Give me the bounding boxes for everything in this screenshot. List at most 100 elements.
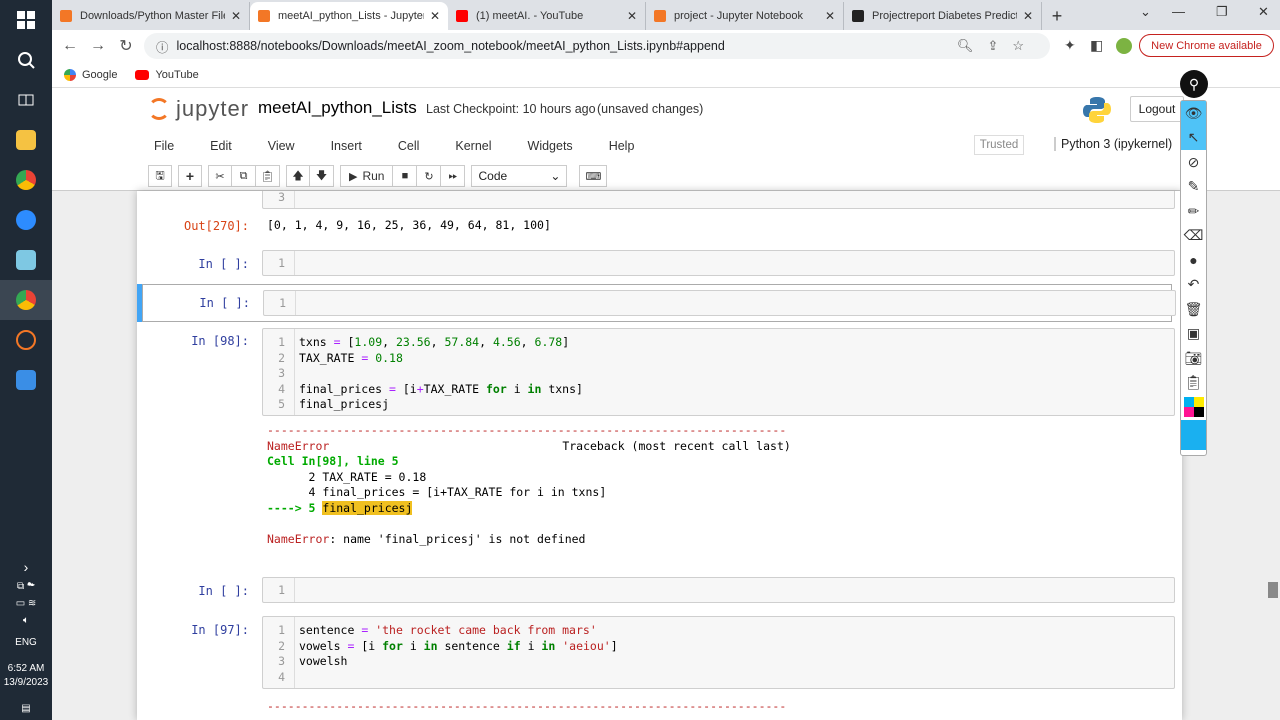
browser-tab[interactable]: project - Jupyter Notebook ✕ bbox=[646, 2, 844, 30]
cell-type-select[interactable]: Code ⌄ bbox=[471, 165, 568, 187]
menu-help[interactable]: Help bbox=[603, 139, 641, 153]
move-up-icon[interactable]: 🡅 bbox=[286, 165, 310, 187]
eraser-icon[interactable]: ⌫ bbox=[1181, 224, 1206, 249]
bookmark-star-icon[interactable]: ☆ bbox=[1012, 38, 1038, 53]
search-icon[interactable] bbox=[0, 40, 52, 80]
network-icon[interactable]: ⧉ ☁ bbox=[17, 578, 35, 595]
sidepanel-icon[interactable]: ◧ bbox=[1090, 37, 1103, 54]
chevron-right-icon[interactable]: › bbox=[24, 556, 29, 578]
tab-search-icon[interactable]: ⌄ bbox=[1140, 4, 1151, 20]
browser-tab[interactable]: Downloads/Python Master Files/ ✕ bbox=[52, 2, 250, 30]
color-swatch-icon[interactable] bbox=[1181, 419, 1206, 450]
jupyter-logo[interactable]: jupyter bbox=[148, 96, 249, 122]
code-cell[interactable]: In [ ]: 1 bbox=[149, 250, 1175, 278]
close-tab-icon[interactable]: ✕ bbox=[825, 9, 835, 23]
close-tab-icon[interactable]: ✕ bbox=[1023, 9, 1033, 23]
clock-time[interactable]: 6:52 AM bbox=[8, 651, 45, 677]
volume-icon[interactable]: 🔈︎ bbox=[23, 612, 29, 629]
code-cell-input[interactable]: 1 bbox=[263, 290, 1176, 316]
browser-tab-active[interactable]: meetAI_python_Lists - Jupyter No ✕ bbox=[250, 2, 448, 30]
menu-cell[interactable]: Cell bbox=[392, 139, 426, 153]
code-cell[interactable]: In [98]: 12345 txns = [1.09, 23.56, 57.8… bbox=[149, 328, 1175, 546]
back-icon[interactable]: ← bbox=[56, 37, 84, 55]
url-bar[interactable]: ⓘ localhost:8888/notebooks/Downloads/mee… bbox=[144, 33, 1050, 59]
extensions-icon[interactable]: ✦ bbox=[1064, 37, 1076, 54]
undo-icon[interactable]: ↶ bbox=[1181, 273, 1206, 298]
reload-icon[interactable]: ↻ bbox=[112, 36, 140, 56]
browser-tab[interactable]: Projectreport Diabetes Predictio ✕ bbox=[844, 2, 1042, 30]
close-tab-icon[interactable]: ✕ bbox=[627, 9, 637, 23]
notebook-name[interactable]: meetAI_python_Lists bbox=[258, 98, 417, 118]
new-tab-button[interactable]: + bbox=[1042, 2, 1072, 30]
new-chrome-available-button[interactable]: New Chrome available bbox=[1139, 34, 1274, 57]
kernel-name[interactable]: Python 3 (ipykernel) bbox=[1054, 137, 1172, 151]
forward-icon[interactable]: → bbox=[84, 37, 112, 55]
bookmark-youtube[interactable]: YouTube bbox=[135, 69, 199, 81]
clock-date[interactable]: 13/9/2023 bbox=[4, 677, 49, 691]
trusted-indicator[interactable]: Trusted bbox=[974, 135, 1024, 155]
code-cell[interactable]: In [97]: 1234 sentence = 'the rocket cam… bbox=[149, 616, 1175, 720]
maximize-icon[interactable]: ❐ bbox=[1216, 4, 1228, 20]
site-info-icon[interactable]: ⓘ bbox=[156, 37, 169, 56]
code-cell-input[interactable]: 12345 txns = [1.09, 23.56, 57.84, 4.56, … bbox=[262, 328, 1175, 416]
pen-icon[interactable]: ✏ bbox=[1181, 199, 1206, 224]
dot-icon[interactable]: ● bbox=[1181, 248, 1206, 273]
chrome-profile-icon[interactable] bbox=[0, 280, 52, 320]
save-icon[interactable]: 🖫 bbox=[148, 165, 172, 187]
menu-widgets[interactable]: Widgets bbox=[522, 139, 579, 153]
chrome-icon[interactable] bbox=[0, 160, 52, 200]
fast-forward-icon[interactable]: ⏩︎ bbox=[441, 165, 466, 187]
pin-icon[interactable]: ⚲ bbox=[1180, 70, 1208, 98]
windows-start-icon[interactable] bbox=[0, 0, 52, 40]
share-icon[interactable]: ⇪ bbox=[987, 38, 1012, 53]
code-cell-selected[interactable]: In [ ]: 1 bbox=[142, 284, 1176, 322]
code-cell-input[interactable]: 1 bbox=[262, 577, 1175, 603]
close-tab-icon[interactable]: ✕ bbox=[430, 9, 440, 23]
scrollbar-thumb[interactable] bbox=[1268, 582, 1278, 598]
code-cell-input[interactable]: 3 bbox=[262, 191, 1175, 209]
menu-edit[interactable]: Edit bbox=[204, 139, 238, 153]
code-editor[interactable]: txns = [1.09, 23.56, 57.84, 4.56, 6.78] T… bbox=[299, 329, 583, 413]
file-explorer-icon[interactable] bbox=[0, 120, 52, 160]
menu-insert[interactable]: Insert bbox=[325, 139, 368, 153]
cut-icon[interactable]: ✂ bbox=[208, 165, 232, 187]
menu-kernel[interactable]: Kernel bbox=[449, 139, 497, 153]
pointer-icon[interactable]: ↖ bbox=[1181, 125, 1206, 150]
task-view-icon[interactable] bbox=[0, 80, 52, 120]
restart-icon[interactable]: ↻ bbox=[417, 165, 442, 187]
eye-icon[interactable]: 👁︎ bbox=[1181, 101, 1206, 126]
language-indicator[interactable]: ENG bbox=[15, 629, 37, 651]
zoom-icon[interactable]: 🔍︎ bbox=[957, 38, 988, 53]
browser-tab[interactable]: (1) meetAI. - YouTube ✕ bbox=[448, 2, 646, 30]
menu-file[interactable]: File bbox=[148, 139, 180, 153]
minimize-icon[interactable]: — bbox=[1172, 4, 1185, 19]
clipboard-icon[interactable]: 📋︎ bbox=[1181, 371, 1206, 396]
keyboard-icon[interactable]: ⌨ bbox=[579, 165, 608, 187]
menu-view[interactable]: View bbox=[262, 139, 301, 153]
no-pen-icon[interactable]: ⊘ bbox=[1181, 150, 1206, 175]
code-cell[interactable]: In [ ]: 1 bbox=[149, 577, 1175, 605]
paste-icon[interactable]: 📋︎ bbox=[256, 165, 280, 187]
profile-avatar[interactable] bbox=[1116, 38, 1132, 54]
add-cell-icon[interactable]: + bbox=[178, 165, 202, 187]
run-button[interactable]: ▶ Run bbox=[340, 165, 394, 187]
logout-button[interactable]: Logout bbox=[1130, 96, 1184, 122]
close-window-icon[interactable]: ✕ bbox=[1258, 4, 1269, 20]
notes-app-icon[interactable] bbox=[0, 240, 52, 280]
photos-icon[interactable] bbox=[0, 360, 52, 400]
close-tab-icon[interactable]: ✕ bbox=[231, 9, 241, 23]
bookmark-google[interactable]: Google bbox=[64, 68, 117, 81]
highlighter-icon[interactable]: ✎ bbox=[1181, 175, 1206, 200]
code-editor[interactable]: sentence = 'the rocket came back from ma… bbox=[299, 617, 618, 685]
color-palette-icon[interactable] bbox=[1181, 395, 1206, 420]
jupyter-app-icon[interactable] bbox=[0, 320, 52, 360]
battery-icon[interactable]: ▭ ≋ bbox=[16, 595, 37, 612]
trash-icon[interactable]: 🗑︎ bbox=[1181, 297, 1206, 322]
notification-icon[interactable]: ▤ bbox=[21, 691, 30, 720]
stop-icon[interactable]: ■ bbox=[393, 165, 418, 187]
camera-icon[interactable]: 📷︎ bbox=[1181, 346, 1206, 371]
zoom-icon[interactable] bbox=[0, 200, 52, 240]
board-icon[interactable]: ▣ bbox=[1181, 322, 1206, 347]
code-cell-input[interactable]: 1 bbox=[262, 250, 1175, 276]
code-cell-input[interactable]: 1234 sentence = 'the rocket came back fr… bbox=[262, 616, 1175, 689]
